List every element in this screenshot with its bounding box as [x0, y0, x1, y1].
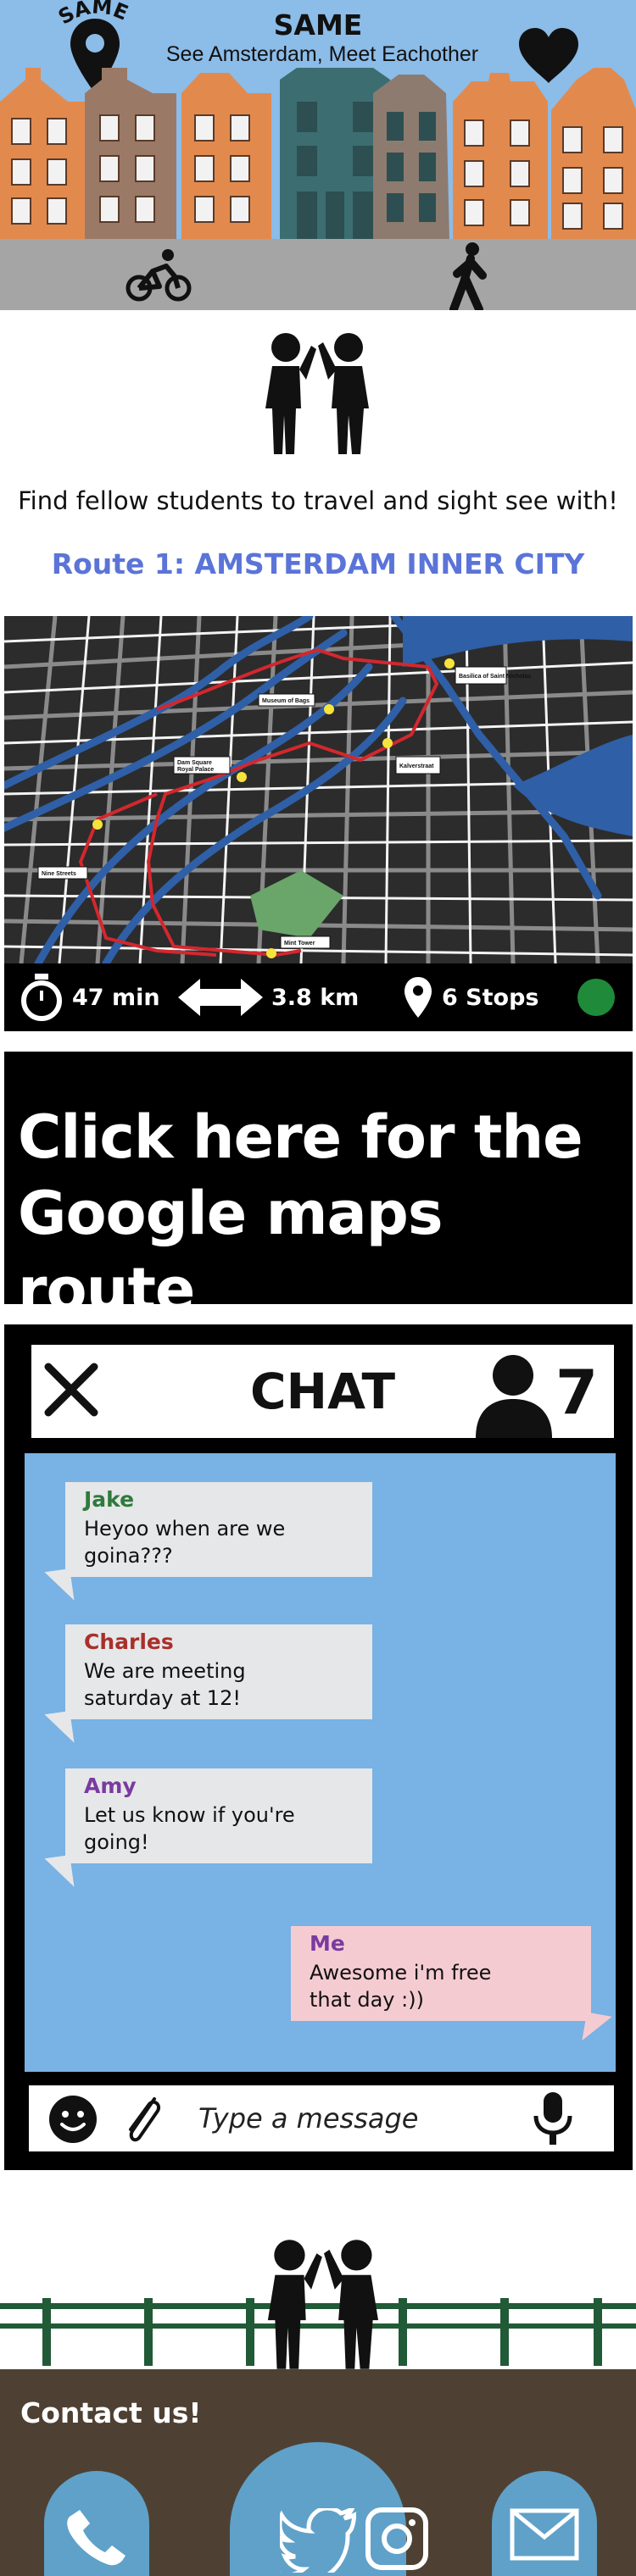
- phone-button[interactable]: [44, 2471, 149, 2576]
- map-label-royal-palace: Royal Palace: [177, 767, 214, 773]
- route-title: Route 1: AMSTERDAM INNER CITY: [51, 547, 585, 580]
- map-label-museum-of-bags: Museum of Bags: [262, 698, 310, 704]
- stops-stat: 6 Stops: [403, 963, 539, 1031]
- message-sender: Charles: [84, 1629, 174, 1654]
- chat-panel: CHAT 7 Jake Heyoo when are we goina??? C…: [4, 1324, 633, 2170]
- route-status-dot: [577, 979, 615, 1016]
- message-text-line-2: that day :)): [310, 1988, 424, 2012]
- mail-button[interactable]: [492, 2471, 597, 2576]
- message-text-line-1: Awesome i'm free: [310, 1961, 492, 1985]
- message-text-line-2: goina???: [84, 1544, 173, 1568]
- chat-header: CHAT 7: [31, 1345, 614, 1438]
- route-map[interactable]: Nine Streets Dam Square Royal Palace Kal…: [4, 616, 633, 963]
- instagram-icon[interactable]: [365, 2507, 429, 2571]
- message-input[interactable]: [198, 2096, 504, 2141]
- cta-line-1: Click here for the: [18, 1102, 583, 1172]
- message-sender: Amy: [84, 1774, 137, 1798]
- message-text-line-1: Let us know if you're: [84, 1803, 295, 1827]
- emoji-icon[interactable]: [47, 2094, 98, 2145]
- chat-input-bar: [29, 2085, 614, 2151]
- mail-icon: [510, 2508, 579, 2561]
- map-label-nine-streets: Nine Streets: [42, 871, 76, 877]
- stopwatch-icon: [21, 974, 62, 1021]
- members-icon[interactable]: [472, 1352, 557, 1438]
- two-people-icon: [267, 2240, 378, 2369]
- location-pin-icon: [404, 977, 432, 1018]
- chat-messages[interactable]: Jake Heyoo when are we goina??? Charles …: [25, 1453, 616, 2072]
- footer: Contact us!: [0, 2369, 636, 2576]
- chat-message-amy: Amy Let us know if you're going!: [44, 1768, 372, 1890]
- intro-text: Find fellow students to travel and sight…: [18, 486, 618, 515]
- chat-message-jake: Jake Heyoo when are we goina???: [44, 1482, 372, 1604]
- site-tagline: See Amsterdam, Meet Eachother: [165, 42, 479, 66]
- twitter-icon: [280, 2508, 356, 2573]
- message-text-line-2: going!: [84, 1830, 149, 1854]
- distance-stat: 3.8 km: [178, 963, 359, 1031]
- bubble-tail: [44, 1568, 75, 1604]
- message-sender: Jake: [84, 1487, 135, 1512]
- canal-houses-illustration: [0, 68, 636, 241]
- message-text-line-2: saturday at 12!: [84, 1686, 241, 1710]
- map-label-basilica: Basilica of Saint Nicholas: [459, 674, 531, 680]
- chat-message-charles: Charles We are meeting saturday at 12!: [44, 1624, 372, 1746]
- chat-message-me: Me Awesome i'm free that day :)): [291, 1926, 612, 2046]
- street: [0, 239, 636, 310]
- bicycle-icon: [126, 249, 192, 302]
- map-label-dam-square: Dam Square: [177, 760, 212, 766]
- message-sender: Me: [310, 1931, 345, 1956]
- google-maps-route-button[interactable]: Click here for the Google maps route: [4, 1052, 633, 1324]
- phone-icon: [67, 2510, 126, 2566]
- bubble-tail: [582, 2012, 612, 2046]
- header-banner: SAME SAME See Amsterdam, Meet Eachother: [0, 0, 636, 310]
- cta-line-2: Google maps route: [18, 1179, 444, 1324]
- double-arrow-icon: [178, 979, 263, 1016]
- bubble-tail: [44, 1711, 75, 1746]
- route-stats-bar: 47 min 3.8 km 6 Stops: [4, 963, 633, 1031]
- contact-title: Contact us!: [20, 2396, 202, 2429]
- bubble-tail: [44, 1855, 75, 1890]
- distance-value: 3.8 km: [271, 984, 360, 1011]
- duration-value: 47 min: [72, 984, 160, 1011]
- stops-value: 6 Stops: [442, 984, 539, 1011]
- message-text-line-1: Heyoo when are we: [84, 1517, 286, 1541]
- duration-stat: 47 min: [20, 963, 160, 1031]
- map-label-kalverstraat: Kalverstraat: [399, 763, 434, 769]
- two-people-icon: [265, 333, 369, 454]
- attachment-icon[interactable]: [120, 2090, 163, 2148]
- microphone-icon[interactable]: [529, 2090, 577, 2146]
- message-text-line-1: We are meeting: [84, 1659, 246, 1683]
- pedestrian-icon: [449, 242, 487, 310]
- map-label-mint-tower: Mint Tower: [284, 941, 315, 947]
- page: SAME SAME See Amsterdam, Meet Eachother: [0, 0, 636, 2576]
- member-count: 7: [555, 1357, 599, 1428]
- close-icon[interactable]: [42, 1360, 101, 1419]
- map-illustration: Nine Streets Dam Square Royal Palace Kal…: [4, 616, 633, 963]
